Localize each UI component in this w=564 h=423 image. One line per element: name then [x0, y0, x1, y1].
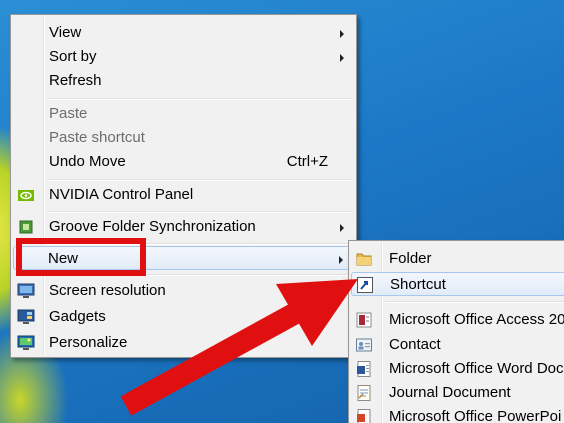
red-pointer-arrow-icon: [120, 279, 358, 416]
